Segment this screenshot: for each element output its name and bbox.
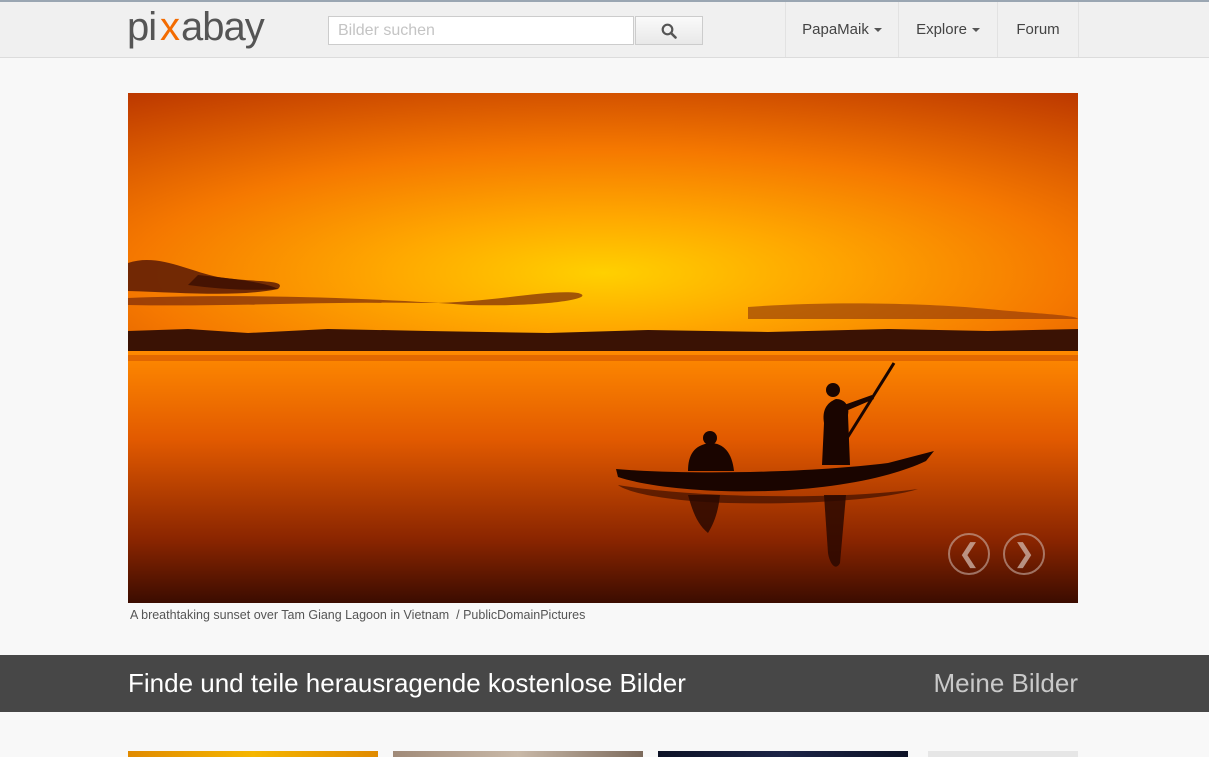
forum-link-label: Forum: [1016, 21, 1060, 38]
caret-down-icon: [971, 27, 980, 32]
thumbnail-image[interactable]: [928, 751, 1078, 757]
explore-menu-label: Explore: [916, 21, 967, 38]
prev-slide-button[interactable]: ❮: [948, 533, 990, 575]
user-menu[interactable]: PapaMaik: [785, 2, 898, 57]
site-header: pi x abay PapaMaik Explore Forum: [0, 2, 1209, 58]
caret-down-icon: [873, 27, 882, 32]
svg-text:pi: pi: [127, 8, 156, 49]
my-images-link[interactable]: Meine Bilder: [933, 668, 1078, 699]
next-slide-button[interactable]: ❯: [1003, 533, 1045, 575]
sunset-lagoon-photo: [128, 93, 1078, 603]
user-menu-label: PapaMaik: [802, 21, 869, 38]
pixabay-logo[interactable]: pi x abay: [127, 5, 277, 59]
tagline-band: Finde und teile herausragende kostenlose…: [0, 655, 1209, 712]
thumbnail-image[interactable]: [128, 751, 378, 757]
search-button[interactable]: [635, 16, 703, 45]
svg-text:abay: abay: [181, 8, 265, 49]
forum-link[interactable]: Forum: [997, 2, 1079, 57]
hero-caption: A breathtaking sunset over Tam Giang Lag…: [130, 608, 586, 622]
search-input[interactable]: [328, 16, 634, 45]
thumbnail-image[interactable]: [658, 751, 908, 757]
explore-menu[interactable]: Explore: [898, 2, 997, 57]
thumbnail-image[interactable]: [393, 751, 643, 757]
tagline-title: Finde und teile herausragende kostenlose…: [128, 668, 686, 698]
hero-image[interactable]: ❮ ❯: [128, 93, 1078, 603]
chevron-right-icon: ❯: [1013, 539, 1035, 569]
search-icon: [661, 23, 677, 39]
chevron-left-icon: ❮: [958, 539, 980, 569]
svg-text:x: x: [160, 8, 180, 49]
